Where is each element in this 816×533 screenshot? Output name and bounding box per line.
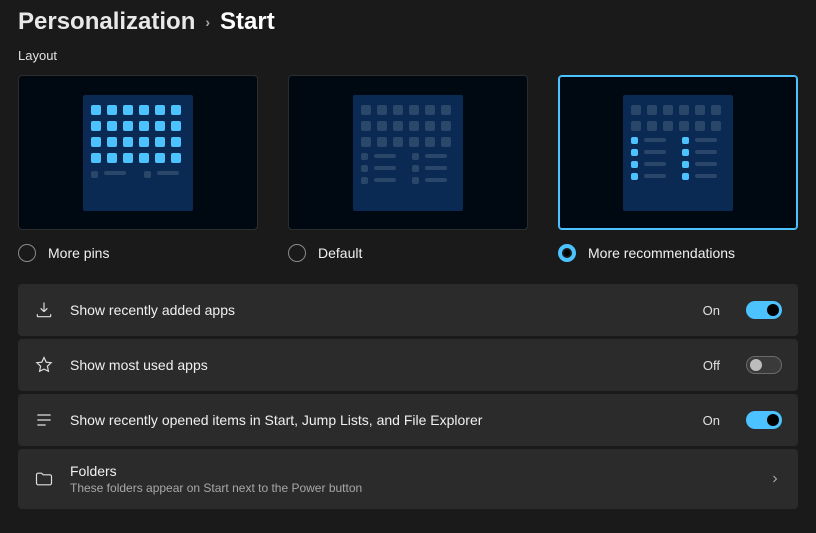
radio-more-pins[interactable]: More pins xyxy=(18,244,258,262)
radio-more-recommendations[interactable]: More recommendations xyxy=(558,244,798,262)
radio-label: More recommendations xyxy=(588,245,735,261)
radio-icon xyxy=(558,244,576,262)
settings-list: Show recently added apps On Show most us… xyxy=(18,284,798,509)
setting-subtitle: These folders appear on Start next to th… xyxy=(70,481,752,495)
setting-folders[interactable]: Folders These folders appear on Start ne… xyxy=(18,449,798,509)
toggle-state-label: Off xyxy=(703,358,720,373)
section-label-layout: Layout xyxy=(18,48,798,63)
folder-icon xyxy=(34,469,54,489)
setting-recently-opened: Show recently opened items in Start, Jum… xyxy=(18,394,798,446)
setting-title: Folders xyxy=(70,463,752,479)
breadcrumb-parent[interactable]: Personalization xyxy=(18,8,195,36)
layout-card-more-recommendations[interactable] xyxy=(558,75,798,230)
layout-card-more-pins[interactable] xyxy=(18,75,258,230)
setting-most-used: Show most used apps Off xyxy=(18,339,798,391)
setting-title: Show most used apps xyxy=(70,357,687,373)
layout-preview xyxy=(623,95,733,211)
toggle-recently-added[interactable] xyxy=(746,301,782,319)
radio-label: Default xyxy=(318,245,362,261)
layout-radio-group: More pins Default More recommendations xyxy=(18,244,798,262)
layout-options xyxy=(18,75,798,230)
star-icon xyxy=(34,355,54,375)
toggle-recently-opened[interactable] xyxy=(746,411,782,429)
setting-recently-added: Show recently added apps On xyxy=(18,284,798,336)
download-icon xyxy=(34,300,54,320)
breadcrumb: Personalization › Start xyxy=(18,8,798,36)
setting-title: Show recently added apps xyxy=(70,302,687,318)
radio-default[interactable]: Default xyxy=(288,244,528,262)
layout-preview xyxy=(83,95,193,211)
radio-label: More pins xyxy=(48,245,109,261)
setting-title: Show recently opened items in Start, Jum… xyxy=(70,412,687,428)
radio-icon xyxy=(18,244,36,262)
chevron-right-icon xyxy=(768,472,782,486)
toggle-state-label: On xyxy=(703,303,720,318)
list-icon xyxy=(34,410,54,430)
toggle-most-used[interactable] xyxy=(746,356,782,374)
layout-preview xyxy=(353,95,463,211)
page-title: Start xyxy=(220,8,275,36)
chevron-right-icon: › xyxy=(205,14,210,30)
radio-icon xyxy=(288,244,306,262)
toggle-state-label: On xyxy=(703,413,720,428)
layout-card-default[interactable] xyxy=(288,75,528,230)
